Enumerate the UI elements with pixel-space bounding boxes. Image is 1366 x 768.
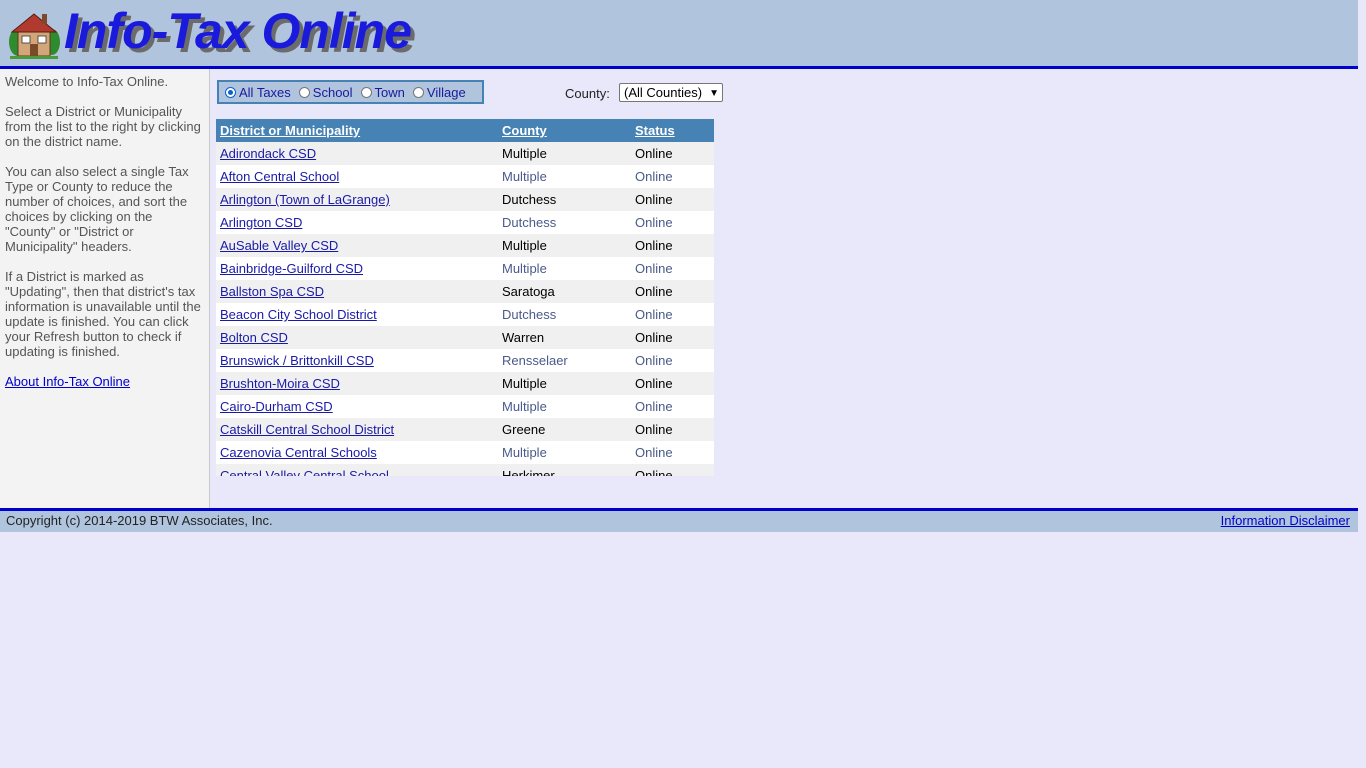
status-cell: Online	[635, 353, 673, 368]
district-link[interactable]: Afton Central School	[220, 169, 339, 184]
status-cell: Online	[635, 284, 673, 299]
district-link[interactable]: Cazenovia Central Schools	[220, 445, 377, 460]
county-cell: Warren	[502, 330, 545, 345]
site-logo-text: Info-Tax Online	[64, 3, 412, 59]
table-row: Beacon City School District Dutchess Onlin…	[216, 303, 714, 326]
table-body: Adirondack CSD Multiple Online Afton Centra…	[216, 142, 714, 476]
status-cell: Online	[635, 445, 673, 460]
district-link[interactable]: Arlington (Town of LaGrange)	[220, 192, 390, 207]
table-row: Arlington (Town of LaGrange) Dutchess Onli…	[216, 188, 714, 211]
county-cell: Herkimer	[502, 468, 555, 476]
district-link[interactable]: Ballston Spa CSD	[220, 284, 324, 299]
table-row: Brunswick / Brittonkill CSD Rensselaer Onl…	[216, 349, 714, 372]
district-link[interactable]: Arlington CSD	[220, 215, 302, 230]
county-cell: Multiple	[502, 238, 547, 253]
table-row: Bainbridge-Guilford CSD Multiple Online	[216, 257, 714, 280]
status-cell: Online	[635, 261, 673, 276]
table-row: Central Valley Central School Herkimer Onl…	[216, 464, 714, 476]
chevron-down-icon: ▼	[709, 88, 719, 99]
status-cell: Online	[635, 192, 673, 207]
status-cell: Online	[635, 307, 673, 322]
county-cell: Multiple	[502, 445, 547, 460]
district-link[interactable]: Brunswick / Brittonkill CSD	[220, 353, 374, 368]
county-cell: Greene	[502, 422, 546, 437]
county-cell: Multiple	[502, 261, 547, 276]
table-row: Brushton-Moira CSD Multiple Online	[216, 372, 714, 395]
status-cell: Online	[635, 468, 673, 476]
status-cell: Online	[635, 215, 673, 230]
county-cell: Multiple	[502, 146, 547, 161]
help-sidebar: Welcome to Info-Tax Online. Select a Dis…	[0, 69, 210, 508]
radio-button[interactable]	[225, 86, 236, 98]
status-cell: Online	[635, 376, 673, 391]
radio-label: Village	[426, 84, 466, 100]
table-row: Catskill Central School District Greene On…	[216, 418, 714, 441]
status-cell: Online	[635, 169, 673, 184]
radio-button[interactable]	[298, 86, 310, 98]
filter-instructions: You can also select a single Tax Type or…	[5, 164, 189, 254]
radio-label: School	[312, 84, 353, 100]
status-cell: Online	[635, 238, 673, 253]
copyright-text: Copyright (c) 2014-2019 BTW Associates, …	[6, 513, 273, 528]
radio-school[interactable]: School	[298, 84, 353, 100]
status-cell: Online	[635, 422, 673, 437]
page-header: Info-Tax Online	[0, 0, 1358, 69]
tax-type-filter: All Taxes School Town Village	[217, 80, 484, 104]
header-district[interactable]: District or Municipality	[220, 123, 360, 138]
radio-label: Town	[374, 84, 405, 100]
table-row: Arlington CSD Dutchess Online	[216, 211, 714, 234]
county-cell: Multiple	[502, 169, 547, 184]
district-link[interactable]: Catskill Central School District	[220, 422, 394, 437]
district-link[interactable]: Cairo-Durham CSD	[220, 399, 333, 414]
radio-town[interactable]: Town	[360, 84, 405, 100]
table-header: District or Municipality County Status	[216, 119, 714, 142]
county-cell: Saratoga	[502, 284, 555, 299]
county-cell: Rensselaer	[502, 353, 568, 368]
welcome-text: Welcome to Info-Tax Online.	[5, 74, 169, 89]
district-link[interactable]: Adirondack CSD	[220, 146, 316, 161]
district-link[interactable]: AuSable Valley CSD	[220, 238, 338, 253]
table-row: Adirondack CSD Multiple Online	[216, 142, 714, 165]
district-link[interactable]: Bolton CSD	[220, 330, 288, 345]
table-row: Afton Central School Multiple Online	[216, 165, 714, 188]
table-row: Cairo-Durham CSD Multiple Online	[216, 395, 714, 418]
radio-button[interactable]	[360, 86, 372, 98]
county-cell: Multiple	[502, 399, 547, 414]
house-logo-icon	[9, 13, 60, 59]
disclaimer-link[interactable]: Information Disclaimer	[1221, 513, 1350, 528]
table-row: Ballston Spa CSD Saratoga Online	[216, 280, 714, 303]
county-cell: Dutchess	[502, 192, 557, 207]
county-label: County:	[565, 86, 610, 101]
table-row: Cazenovia Central Schools Multiple Online	[216, 441, 714, 464]
county-cell: Dutchess	[502, 215, 557, 230]
county-cell: Dutchess	[502, 307, 557, 322]
about-link[interactable]: About Info-Tax Online	[5, 374, 130, 389]
radio-label: All Taxes	[239, 84, 291, 100]
radio-button[interactable]	[412, 86, 424, 98]
county-select[interactable]: (All Counties) ▼	[619, 83, 723, 102]
status-cell: Online	[635, 330, 673, 345]
page-footer: Copyright (c) 2014-2019 BTW Associates, …	[0, 508, 1358, 532]
radio-village[interactable]: Village	[412, 84, 466, 100]
select-instructions: Select a District or Municipality from t…	[5, 104, 201, 149]
county-selected-value: (All Counties)	[624, 85, 703, 100]
county-cell: Multiple	[502, 376, 547, 391]
table-row: Bolton CSD Warren Online	[216, 326, 714, 349]
status-cell: Online	[635, 399, 673, 414]
table-row: AuSable Valley CSD Multiple Online	[216, 234, 714, 257]
updating-note: If a District is marked as "Updating", t…	[5, 269, 201, 359]
district-link[interactable]: Brushton-Moira CSD	[220, 376, 340, 391]
district-link[interactable]: Beacon City School District	[220, 307, 377, 322]
status-cell: Online	[635, 146, 673, 161]
radio-all-taxes[interactable]: All Taxes	[225, 85, 291, 100]
district-link[interactable]: Bainbridge-Guilford CSD	[220, 261, 363, 276]
district-link[interactable]: Central Valley Central School	[220, 468, 389, 476]
district-table: District or Municipality County Status A…	[216, 119, 714, 476]
header-county[interactable]: County	[502, 123, 547, 138]
header-status: Status	[635, 123, 675, 138]
